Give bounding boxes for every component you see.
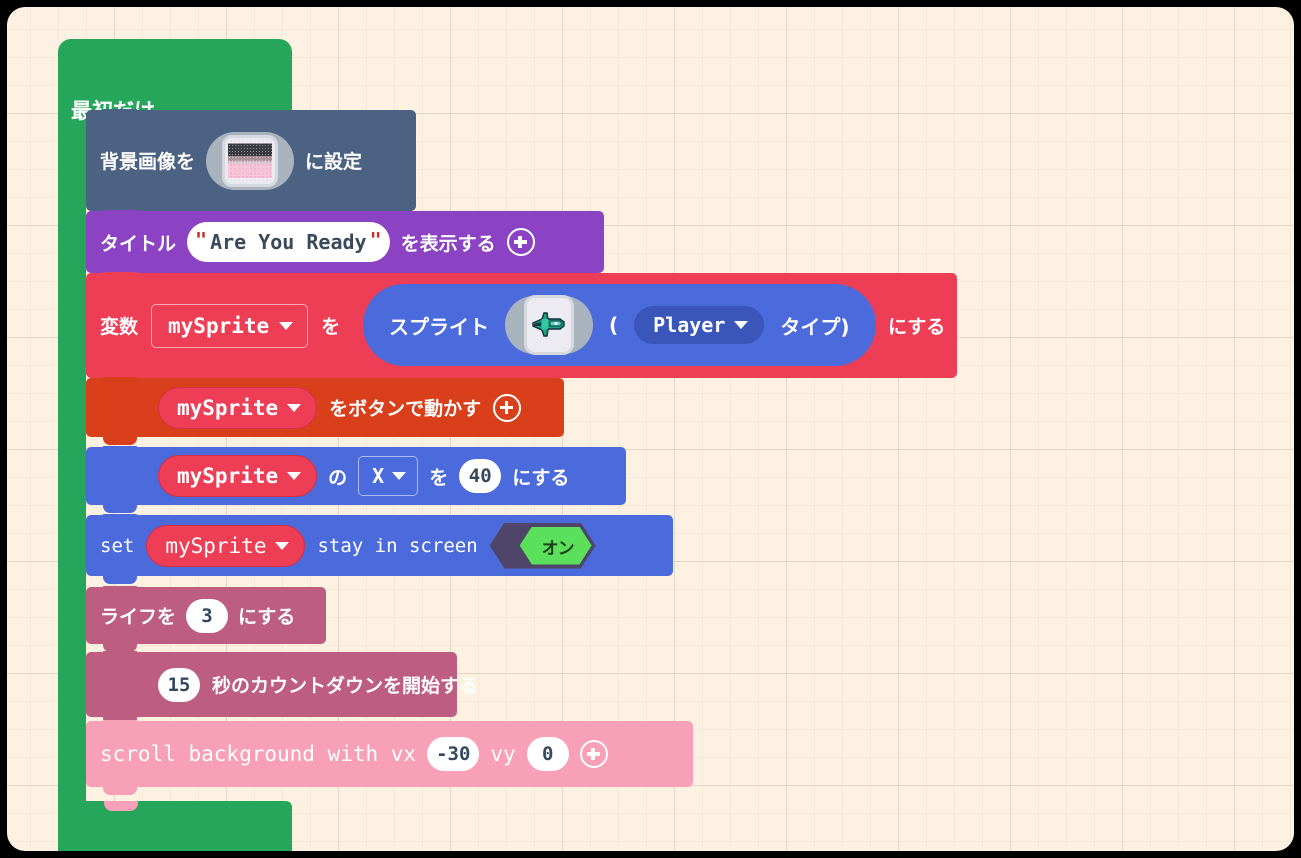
set-life-suffix: にする (238, 606, 296, 628)
scroll-vy-label: vy (490, 742, 516, 766)
sprite-kind-suffix: タイプ) (780, 314, 850, 339)
sprite-thumbnail[interactable] (505, 296, 593, 354)
stay-in-screen-prefix: set (100, 534, 135, 557)
block-set-sprite-property[interactable]: mySprite の X を 40 にする (86, 446, 626, 513)
background-image-thumbnail[interactable] (206, 131, 295, 190)
title-text-input[interactable]: " Are You Ready " (187, 222, 390, 262)
create-sprite-label: スプライト (389, 314, 489, 339)
chevron-down-icon (287, 403, 302, 412)
reporter-create-sprite[interactable]: スプライト ( Player タイプ) (363, 284, 876, 366)
background-preview (228, 140, 273, 181)
block-notch-top (103, 720, 137, 729)
start-countdown-label: 秒のカウントダウンを開始する (212, 675, 479, 697)
countdown-seconds-input[interactable]: 15 (158, 667, 200, 702)
title-text-value: Are You Ready (210, 230, 367, 254)
on-start-spine (58, 115, 86, 815)
life-value-input[interactable]: 3 (186, 598, 229, 633)
block-notch-top (103, 272, 137, 281)
set-variable-particle: を (321, 316, 341, 338)
sprite-property-value-input[interactable]: 40 (459, 459, 502, 493)
sprite-property-suffix: にする (512, 466, 570, 489)
open-paren: ( (609, 313, 619, 337)
plus-icon[interactable] (493, 393, 522, 422)
toggle-label: オン (541, 538, 575, 559)
chevron-down-icon (392, 472, 407, 480)
block-start-countdown[interactable]: 15 秒のカウントダウンを開始する (86, 651, 478, 725)
move-with-buttons-label: をボタンで動かす (329, 398, 482, 420)
block-notch-bottom (103, 786, 137, 795)
block-set-stay-in-screen[interactable]: set mySprite stay in screen オン (86, 514, 673, 584)
sprite-property-particle2: を (429, 466, 449, 489)
image-field-frame (527, 298, 571, 352)
block-notch-top (103, 446, 137, 455)
variable-name: mySprite (165, 533, 267, 558)
on-start-foot (58, 801, 292, 851)
scroll-vy-input[interactable]: 0 (526, 737, 569, 771)
stay-in-screen-label: stay in screen (317, 534, 478, 557)
show-title-suffix: を表示する (400, 232, 496, 255)
block-notch-top (103, 109, 137, 118)
show-title-prefix: タイトル (100, 232, 177, 255)
plus-icon[interactable] (506, 228, 535, 256)
set-background-image-suffix: に設定 (305, 151, 363, 173)
set-background-image-prefix: 背景画像を (100, 151, 196, 173)
scroll-vx-input[interactable]: -30 (427, 737, 480, 771)
variable-dropdown-mysprite[interactable]: mySprite (151, 303, 309, 348)
block-notch-top (103, 651, 137, 660)
block-notch-top (103, 377, 137, 386)
block-notch-top (103, 514, 137, 523)
variable-chip-mysprite[interactable]: mySprite (158, 455, 318, 497)
variable-name: mySprite (177, 395, 279, 420)
sprite-property-value: X (372, 464, 385, 488)
image-field-frame (225, 137, 276, 184)
open-quote: " (195, 228, 208, 252)
close-quote: " (369, 228, 382, 252)
boolean-toggle-on[interactable]: オン (489, 522, 596, 569)
set-life-prefix: ライフを (100, 606, 177, 628)
sprite-property-dropdown[interactable]: X (358, 456, 419, 496)
block-move-sprite-with-buttons[interactable]: mySprite をボタンで動かす (86, 377, 564, 445)
variable-chip-mysprite[interactable]: mySprite (146, 524, 306, 567)
on-start-foot-notch (104, 801, 138, 811)
variable-chip-mysprite[interactable]: mySprite (158, 386, 318, 429)
sprite-kind-value: Player (653, 313, 726, 337)
chevron-down-icon (275, 541, 290, 550)
airplane-sprite-preview (532, 312, 565, 337)
chevron-down-icon (734, 321, 749, 329)
set-variable-prefix: 変数 (100, 316, 139, 338)
block-notch-top (103, 586, 137, 595)
editor-frame: 最初だけ 背景画像を に設定 タイトル " Are You Ready " (0, 0, 1301, 858)
block-scroll-background[interactable]: scroll background with vx -30 vy 0 (86, 720, 693, 795)
block-notch-top (103, 210, 137, 219)
block-show-title[interactable]: タイトル " Are You Ready " を表示する (86, 210, 604, 281)
variable-name: mySprite (168, 313, 270, 338)
block-notch-bottom (103, 436, 137, 445)
chevron-down-icon (287, 472, 302, 480)
chevron-down-icon (279, 321, 294, 330)
block-notch-bottom (103, 575, 137, 584)
block-set-life[interactable]: ライフを 3 にする (86, 586, 326, 652)
plus-icon[interactable] (579, 740, 608, 768)
blocks-workspace-canvas[interactable]: 最初だけ 背景画像を に設定 タイトル " Are You Ready " (7, 7, 1294, 851)
variable-name: mySprite (177, 464, 279, 488)
sprite-kind-dropdown[interactable]: Player (634, 306, 765, 344)
set-variable-suffix: にする (888, 316, 946, 338)
block-notch-bottom (103, 504, 137, 513)
block-set-background-image[interactable]: 背景画像を に設定 (86, 109, 416, 219)
block-set-variable-to-sprite[interactable]: 変数 mySprite を スプライト (Player タイプ) にする (86, 272, 957, 386)
scroll-background-label: scroll background with vx (100, 742, 417, 766)
sprite-property-particle: の (328, 466, 348, 489)
